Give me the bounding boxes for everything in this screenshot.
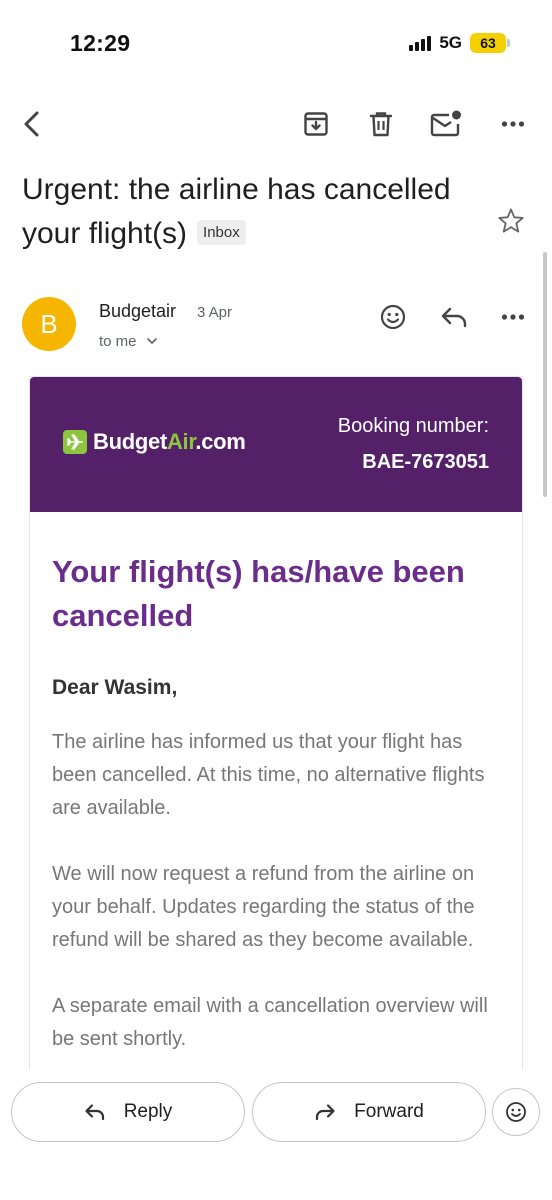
recipient-details-toggle[interactable]: to me bbox=[99, 333, 157, 350]
emoji-reaction-button[interactable] bbox=[492, 1088, 540, 1136]
react-emoji-button[interactable] bbox=[373, 297, 413, 337]
logo-text-main: BudgetAir bbox=[93, 429, 196, 454]
reply-pill-button[interactable]: Reply bbox=[11, 1082, 245, 1142]
booking-number-value: BAE-7673051 bbox=[362, 451, 489, 473]
email-subject: Urgent: the airline has cancelled your f… bbox=[22, 168, 482, 256]
email-date: 3 Apr bbox=[197, 304, 233, 321]
archive-icon bbox=[304, 112, 328, 136]
battery-icon: 63 bbox=[470, 33, 510, 53]
chevron-down-icon bbox=[146, 338, 157, 345]
reply-icon bbox=[85, 1104, 104, 1121]
mark-unread-icon bbox=[430, 110, 461, 137]
email-body-content: Your flight(s) has/have been cancelled D… bbox=[30, 512, 522, 1056]
forward-pill-button[interactable]: Forward bbox=[252, 1082, 486, 1142]
emoji-icon bbox=[506, 1102, 526, 1122]
sender-more-button[interactable] bbox=[493, 297, 533, 337]
sender-name: Budgetair bbox=[99, 301, 177, 321]
back-button[interactable] bbox=[10, 100, 54, 148]
email-banner: BudgetAir.com Booking number: BAE-767305… bbox=[30, 377, 522, 512]
message-paragraph: The airline has informed us that your fl… bbox=[52, 731, 485, 819]
plane-icon bbox=[63, 430, 87, 454]
message-paragraph: We will now request a refund from the ai… bbox=[52, 863, 475, 951]
reply-icon bbox=[441, 307, 467, 328]
budgetair-logo[interactable]: BudgetAir.com bbox=[63, 429, 246, 455]
scrollbar-thumb[interactable] bbox=[543, 252, 547, 497]
avatar[interactable]: B bbox=[22, 297, 76, 351]
network-type: 5G bbox=[439, 33, 462, 52]
message-headline: Your flight(s) has/have been cancelled bbox=[52, 554, 465, 633]
inbox-label[interactable]: Inbox bbox=[197, 219, 246, 245]
more-horiz-icon bbox=[501, 314, 525, 320]
archive-button[interactable] bbox=[294, 100, 338, 148]
back-arrow-icon bbox=[24, 111, 39, 137]
more-vert-icon bbox=[501, 121, 525, 127]
bottom-action-bar: Reply Forward bbox=[0, 1070, 552, 1200]
forward-icon bbox=[316, 1104, 335, 1121]
reply-button[interactable] bbox=[434, 297, 474, 337]
email-toolbar bbox=[0, 100, 552, 148]
trash-icon bbox=[369, 112, 393, 137]
star-icon bbox=[498, 208, 524, 233]
emoji-icon bbox=[380, 304, 406, 330]
star-button[interactable] bbox=[494, 204, 528, 238]
more-options-button[interactable] bbox=[491, 100, 535, 148]
battery-level: 63 bbox=[480, 35, 496, 51]
reply-label: Reply bbox=[123, 1101, 173, 1122]
message-paragraph: A separate email with a cancellation ove… bbox=[52, 995, 488, 1050]
booking-number-label: Booking number: bbox=[337, 415, 489, 437]
delete-button[interactable] bbox=[359, 100, 403, 148]
message-greeting: Dear Wasim, bbox=[52, 676, 178, 699]
status-bar: 12:29 5G 63 bbox=[0, 0, 552, 90]
recipient-text: to me bbox=[99, 333, 137, 350]
forward-label: Forward bbox=[354, 1101, 424, 1122]
email-body-card: BudgetAir.com Booking number: BAE-767305… bbox=[30, 377, 522, 1077]
sender-row: B Budgetair 3 Apr to me bbox=[0, 297, 552, 357]
logo-text: BudgetAir.com bbox=[93, 429, 246, 455]
mark-unread-button[interactable] bbox=[424, 100, 468, 148]
signal-icon bbox=[409, 35, 432, 51]
status-indicators: 5G 63 bbox=[409, 33, 510, 53]
logo-text-suffix: .com bbox=[195, 429, 246, 454]
status-time: 12:29 bbox=[70, 30, 131, 56]
